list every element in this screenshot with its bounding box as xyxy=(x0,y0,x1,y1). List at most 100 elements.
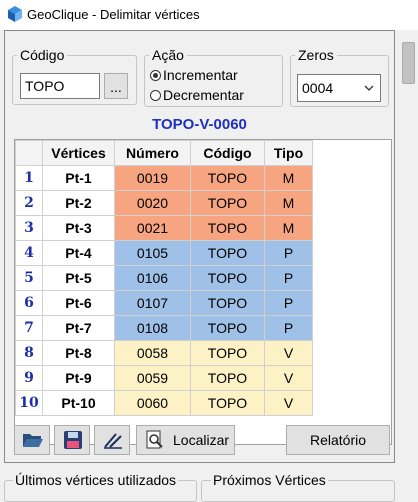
title-bar: GeoClique - Delimitar vértices xyxy=(0,0,418,30)
zeros-select-value: 0004 xyxy=(302,80,334,96)
draw-line-icon xyxy=(104,433,122,449)
table-row[interactable]: 4 Pt-4 0105 TOPO P xyxy=(15,240,313,266)
table-row[interactable]: 7 Pt-7 0108 TOPO P xyxy=(15,315,313,341)
search-document-icon xyxy=(146,430,163,449)
proximos-vertices-label: Próximos Vértices xyxy=(211,472,328,488)
save-button[interactable] xyxy=(54,425,90,455)
cell-numero[interactable]: 0060 xyxy=(114,390,191,416)
folder-open-icon xyxy=(23,434,43,447)
chevron-down-icon xyxy=(364,85,374,91)
cell-tipo[interactable]: M xyxy=(264,165,313,191)
row-number: 7 xyxy=(15,315,43,341)
row-number: 10 xyxy=(15,390,43,416)
row-number: 4 xyxy=(15,240,43,266)
cell-numero[interactable]: 0058 xyxy=(114,340,191,366)
cell-numero[interactable]: 0019 xyxy=(114,165,191,191)
relatorio-label: Relatório xyxy=(309,432,367,448)
ultimos-vertices-label: Últimos vértices utilizados xyxy=(13,472,179,488)
table-row[interactable]: 1 Pt-1 0019 TOPO M xyxy=(15,165,313,191)
row-number: 3 xyxy=(15,215,43,241)
radio-incrementar[interactable]: Incrementar xyxy=(150,67,238,84)
table-row[interactable]: 3 Pt-3 0021 TOPO M xyxy=(15,215,313,241)
cell-tipo[interactable]: P xyxy=(264,315,313,341)
table-row[interactable]: 2 Pt-2 0020 TOPO M xyxy=(15,190,313,216)
cell-numero[interactable]: 0059 xyxy=(114,365,191,391)
preview-code: TOPO-V-0060 xyxy=(152,116,247,133)
row-number: 8 xyxy=(15,340,43,366)
cell-codigo[interactable]: TOPO xyxy=(190,290,265,316)
cell-vertice[interactable]: Pt-10 xyxy=(42,390,115,416)
radio-selected-icon[interactable] xyxy=(150,70,161,81)
codigo-legend: Código xyxy=(20,47,65,63)
codigo-browse-button[interactable]: ... xyxy=(104,73,128,99)
column-header-codigo[interactable]: Código xyxy=(190,140,265,166)
cell-tipo[interactable]: P xyxy=(264,240,313,266)
app-icon xyxy=(8,6,22,22)
main-panel: Código TOPO ... Ação Incrementar Decreme… xyxy=(4,30,395,463)
cell-numero[interactable]: 0020 xyxy=(114,190,191,216)
row-number: 6 xyxy=(15,290,43,316)
row-number: 5 xyxy=(15,265,43,291)
cell-codigo[interactable]: TOPO xyxy=(190,365,265,391)
radio-decrementar-label: Decrementar xyxy=(163,87,244,103)
cell-numero[interactable]: 0105 xyxy=(114,240,191,266)
zeros-legend: Zeros xyxy=(298,47,334,63)
scrollbar-thumb[interactable] xyxy=(402,42,415,84)
cell-tipo[interactable]: P xyxy=(264,290,313,316)
cell-numero[interactable]: 0021 xyxy=(114,215,191,241)
column-header-numero[interactable]: Número xyxy=(114,140,191,166)
acao-legend: Ação xyxy=(152,47,184,63)
cell-codigo[interactable]: TOPO xyxy=(190,215,265,241)
table-row[interactable]: 10 Pt-10 0060 TOPO V xyxy=(15,390,313,416)
table-row[interactable]: 9 Pt-9 0059 TOPO V xyxy=(15,365,313,391)
cell-tipo[interactable]: M xyxy=(264,190,313,216)
radio-incrementar-label: Incrementar xyxy=(163,67,238,83)
cell-codigo[interactable]: TOPO xyxy=(190,240,265,266)
grid-corner-cell xyxy=(15,140,43,166)
cell-codigo[interactable]: TOPO xyxy=(190,390,265,416)
codigo-input[interactable]: TOPO xyxy=(20,73,100,99)
cell-numero[interactable]: 0107 xyxy=(114,290,191,316)
column-header-tipo[interactable]: Tipo xyxy=(264,140,313,166)
cell-tipo[interactable]: M xyxy=(264,215,313,241)
cell-codigo[interactable]: TOPO xyxy=(190,265,265,291)
localizar-label: Localizar xyxy=(173,432,230,448)
cell-tipo[interactable]: P xyxy=(264,265,313,291)
window-title: GeoClique - Delimitar vértices xyxy=(27,7,200,22)
table-row[interactable]: 6 Pt-6 0107 TOPO P xyxy=(15,290,313,316)
cell-numero[interactable]: 0108 xyxy=(114,315,191,341)
cell-vertice[interactable]: Pt-6 xyxy=(42,290,115,316)
table-row[interactable]: 8 Pt-8 0058 TOPO V xyxy=(15,340,313,366)
cell-vertice[interactable]: Pt-4 xyxy=(42,240,115,266)
vertices-grid[interactable]: Vértices Número Código Tipo 1 Pt-1 0019 … xyxy=(14,139,392,445)
floppy-disk-icon xyxy=(64,431,82,449)
cell-vertice[interactable]: Pt-7 xyxy=(42,315,115,341)
cell-vertice[interactable]: Pt-2 xyxy=(42,190,115,216)
open-button[interactable] xyxy=(14,425,50,455)
vertical-scrollbar[interactable] xyxy=(399,30,418,493)
cell-codigo[interactable]: TOPO xyxy=(190,165,265,191)
cell-tipo[interactable]: V xyxy=(264,390,313,416)
cell-vertice[interactable]: Pt-9 xyxy=(42,365,115,391)
radio-decrementar[interactable]: Decrementar xyxy=(150,87,244,104)
cell-vertice[interactable]: Pt-3 xyxy=(42,215,115,241)
cell-codigo[interactable]: TOPO xyxy=(190,340,265,366)
table-row[interactable]: 5 Pt-5 0106 TOPO P xyxy=(15,265,313,291)
column-header-vertices[interactable]: Vértices xyxy=(42,140,115,166)
grid-header-row: Vértices Número Código Tipo xyxy=(15,140,313,166)
row-number: 1 xyxy=(15,165,43,191)
zeros-select[interactable]: 0004 xyxy=(297,74,381,102)
cell-vertice[interactable]: Pt-1 xyxy=(42,165,115,191)
draw-button[interactable] xyxy=(94,425,130,455)
cell-tipo[interactable]: V xyxy=(264,365,313,391)
cell-codigo[interactable]: TOPO xyxy=(190,190,265,216)
row-number: 2 xyxy=(15,190,43,216)
cell-vertice[interactable]: Pt-8 xyxy=(42,340,115,366)
relatorio-button[interactable]: Relatório xyxy=(286,425,390,455)
cell-tipo[interactable]: V xyxy=(264,340,313,366)
localizar-button[interactable]: Localizar xyxy=(136,425,235,455)
cell-vertice[interactable]: Pt-5 xyxy=(42,265,115,291)
cell-numero[interactable]: 0106 xyxy=(114,265,191,291)
cell-codigo[interactable]: TOPO xyxy=(190,315,265,341)
radio-unselected-icon[interactable] xyxy=(150,90,161,101)
